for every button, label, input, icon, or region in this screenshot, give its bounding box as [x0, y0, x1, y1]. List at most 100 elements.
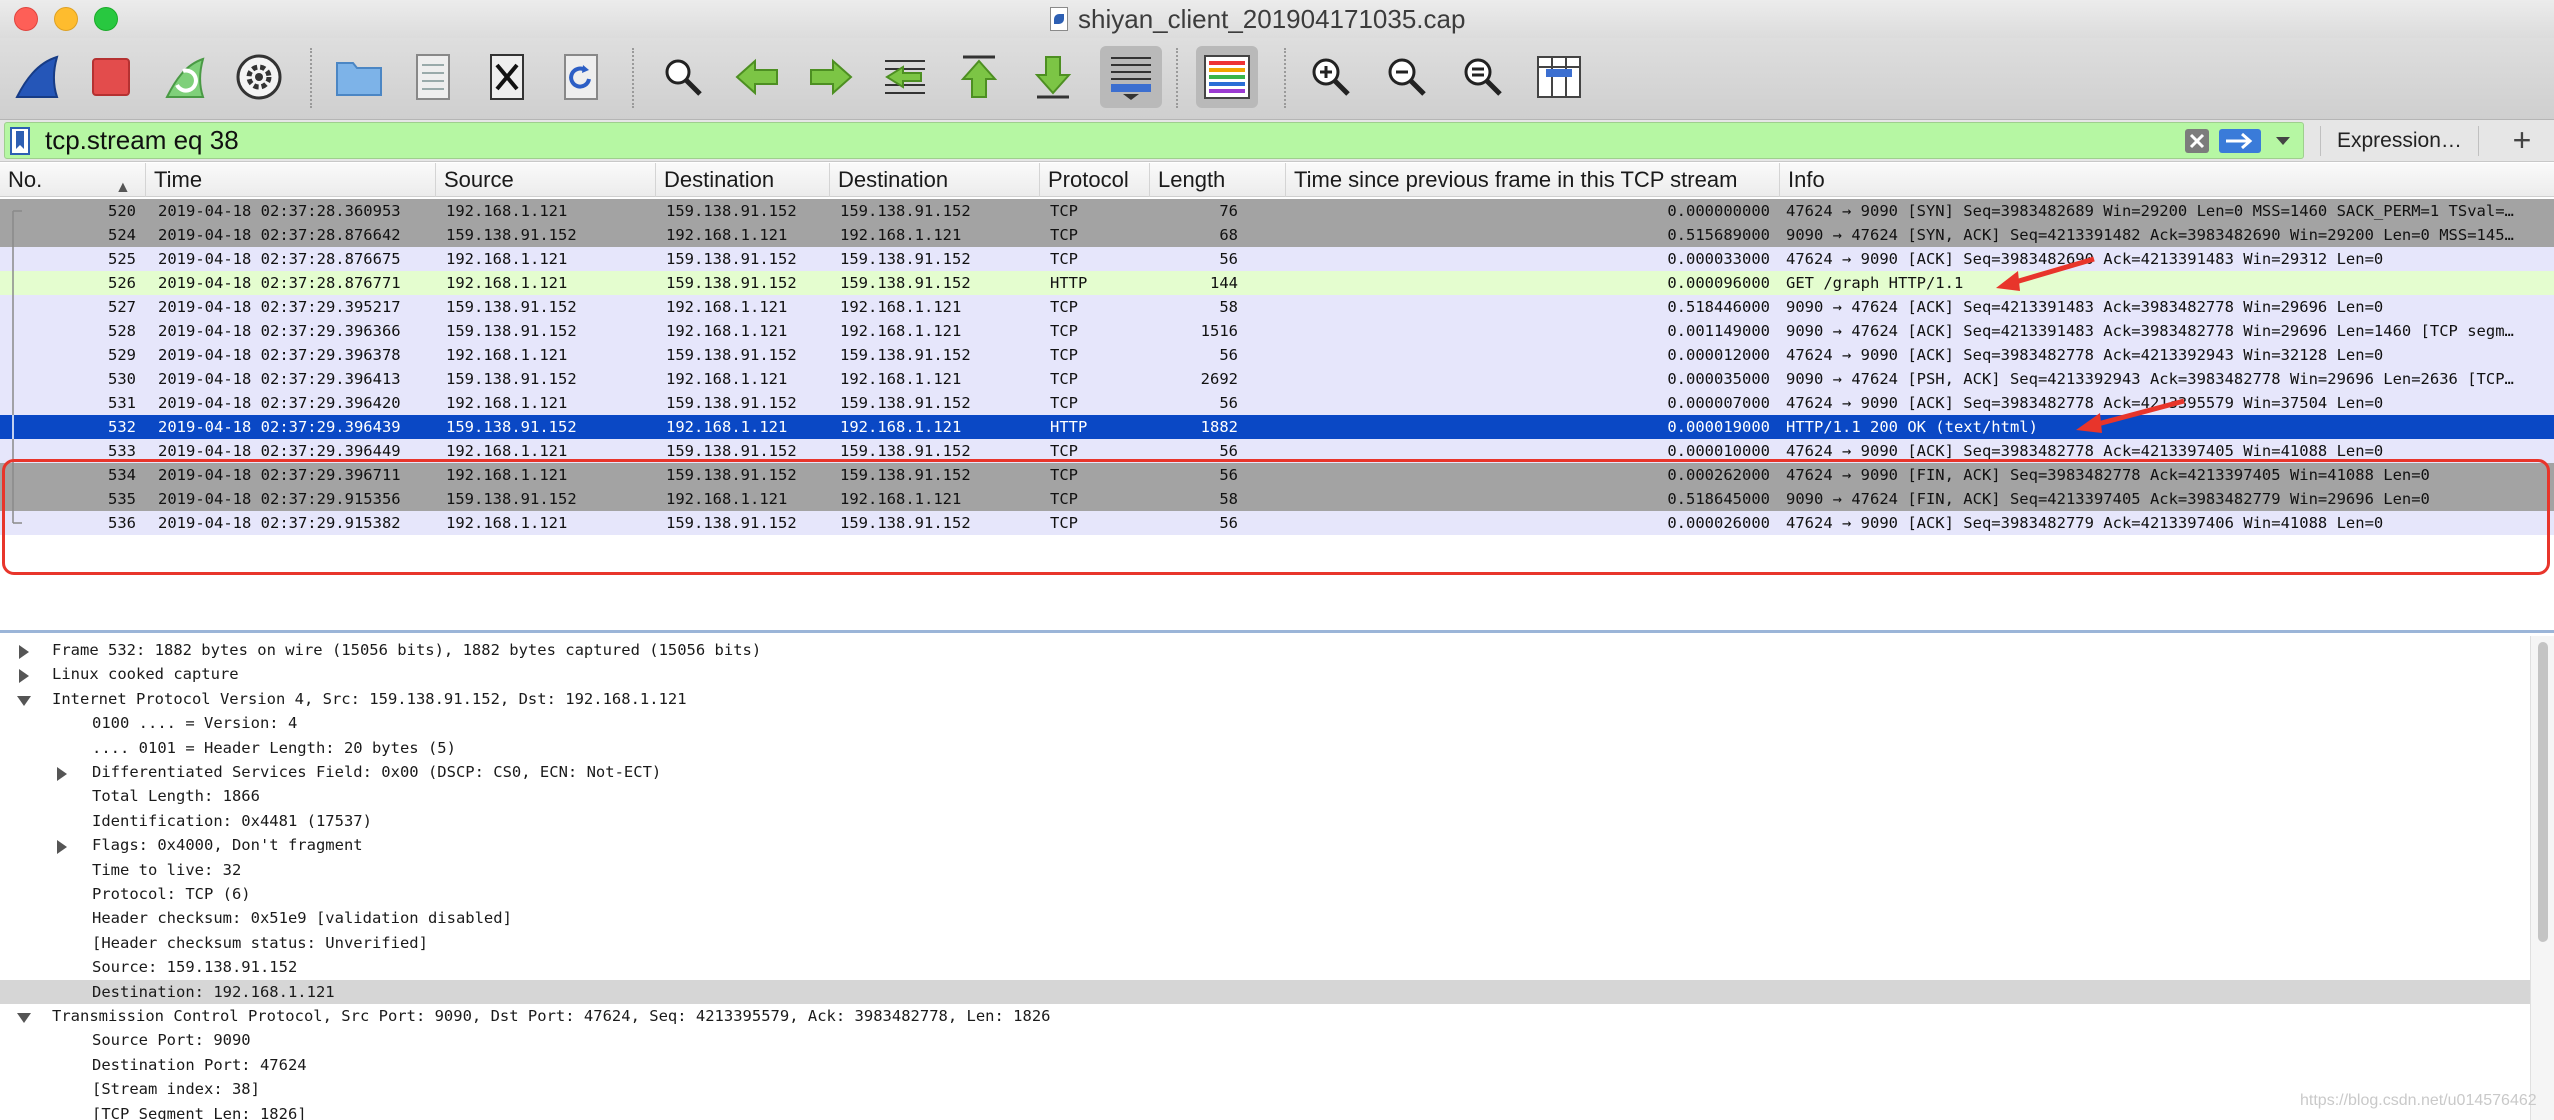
packet-row[interactable]: 528 2019-04-18 02:37:29.396366 159.138.91.…	[0, 319, 2554, 343]
column-header-tcp-delta[interactable]: Time since previous frame in this TCP st…	[1286, 163, 1780, 197]
cell-time: 2019-04-18 02:37:28.360953	[158, 202, 401, 220]
packet-row[interactable]: 520 2019-04-18 02:37:28.360953 192.168.1.1…	[0, 199, 2554, 223]
clear-filter-icon[interactable]	[2183, 127, 2211, 155]
go-first-icon[interactable]	[948, 46, 1010, 108]
start-capture-icon[interactable]	[6, 46, 68, 108]
go-to-packet-icon[interactable]	[874, 46, 936, 108]
apply-filter-icon[interactable]	[2217, 127, 2263, 155]
collapsed-triangle-icon[interactable]	[16, 643, 32, 659]
packet-row[interactable]: 530 2019-04-18 02:37:29.396413 159.138.91.…	[0, 367, 2554, 391]
cell-dst: 192.168.1.121	[666, 370, 788, 388]
column-header-no[interactable]: No. ▲	[0, 163, 146, 197]
go-last-icon[interactable]	[1022, 46, 1084, 108]
cell-time: 2019-04-18 02:37:29.396439	[158, 418, 401, 436]
cell-dst2: 192.168.1.121	[840, 370, 962, 388]
detail-tree-item[interactable]: Destination Port: 47624	[0, 1053, 2530, 1077]
column-header-info[interactable]: Info	[1780, 163, 2554, 197]
column-header-source[interactable]: Source	[436, 163, 656, 197]
detail-tree-item[interactable]: .... 0101 = Header Length: 20 bytes (5)	[0, 736, 2530, 760]
add-filter-button[interactable]: +	[2500, 122, 2544, 160]
colorize-icon[interactable]	[1196, 46, 1258, 108]
details-scrollbar-thumb[interactable]	[2538, 642, 2548, 942]
save-file-icon[interactable]	[402, 46, 464, 108]
filter-text[interactable]: tcp.stream eq 38	[35, 125, 2183, 156]
collapsed-triangle-icon[interactable]	[54, 838, 70, 855]
minimize-window-button[interactable]	[54, 7, 78, 31]
detail-tree-item[interactable]: [Stream index: 38]	[0, 1077, 2530, 1101]
detail-tree-item[interactable]: Linux cooked capture	[0, 662, 2530, 686]
packet-row[interactable]: 526 2019-04-18 02:37:28.876771 192.168.1.1…	[0, 271, 2554, 295]
restart-capture-icon[interactable]	[154, 46, 216, 108]
detail-tree-item[interactable]: Internet Protocol Version 4, Src: 159.13…	[0, 687, 2530, 711]
cell-src: 192.168.1.121	[446, 346, 568, 364]
close-file-icon[interactable]	[476, 46, 538, 108]
close-window-button[interactable]	[14, 7, 38, 31]
detail-tree-item[interactable]: Identification: 0x4481 (17537)	[0, 809, 2530, 833]
expanded-triangle-icon[interactable]	[16, 1009, 32, 1025]
cell-dst2: 192.168.1.121	[840, 418, 962, 436]
detail-tree-item[interactable]: Time to live: 32	[0, 858, 2530, 882]
detail-tree-item[interactable]: Flags: 0x4000, Don't fragment	[0, 833, 2530, 857]
detail-tree-item[interactable]: Differentiated Services Field: 0x00 (DSC…	[0, 760, 2530, 784]
collapsed-triangle-icon[interactable]	[16, 667, 32, 684]
packet-row[interactable]: 535 2019-04-18 02:37:29.915356 159.138.91.…	[0, 487, 2554, 511]
packet-row[interactable]: 533 2019-04-18 02:37:29.396449 192.168.1.1…	[0, 439, 2554, 463]
column-header-length[interactable]: Length	[1150, 163, 1286, 197]
go-back-icon[interactable]	[726, 46, 788, 108]
detail-text: Transmission Control Protocol, Src Port:…	[52, 1007, 1051, 1025]
detail-tree-item[interactable]: [TCP Segment Len: 1826]	[0, 1102, 2530, 1120]
detail-text: Frame 532: 1882 bytes on wire (15056 bit…	[52, 641, 762, 659]
maximize-window-button[interactable]	[94, 7, 118, 31]
detail-tree-item[interactable]: Protocol: TCP (6)	[0, 882, 2530, 906]
packet-row[interactable]: 531 2019-04-18 02:37:29.396420 192.168.1.1…	[0, 391, 2554, 415]
packet-row[interactable]: 525 2019-04-18 02:37:28.876675 192.168.1.1…	[0, 247, 2554, 271]
column-header-protocol[interactable]: Protocol	[1040, 163, 1150, 197]
column-header-time[interactable]: Time	[146, 163, 436, 197]
cell-no: 525	[108, 250, 136, 268]
bookmark-icon[interactable]	[5, 124, 35, 157]
packet-row[interactable]: 536 2019-04-18 02:37:29.915382 192.168.1.1…	[0, 511, 2554, 535]
detail-tree-item[interactable]: Source: 159.138.91.152	[0, 955, 2530, 979]
display-filter-input[interactable]: tcp.stream eq 38	[4, 122, 2304, 159]
packet-row[interactable]: 532 2019-04-18 02:37:29.396439 159.138.91.…	[0, 415, 2554, 439]
details-scrollbar[interactable]	[2530, 636, 2554, 1120]
detail-tree-item[interactable]: Destination: 192.168.1.121	[0, 979, 2530, 1004]
expanded-triangle-icon[interactable]	[16, 692, 32, 708]
go-forward-icon[interactable]	[800, 46, 862, 108]
detail-tree-item[interactable]: 0100 .... = Version: 4	[0, 711, 2530, 735]
collapsed-triangle-icon[interactable]	[54, 765, 70, 781]
detail-tree-item[interactable]: Transmission Control Protocol, Src Port:…	[0, 1004, 2530, 1028]
detail-tree-item[interactable]: Frame 532: 1882 bytes on wire (15056 bit…	[0, 638, 2530, 662]
cell-proto: TCP	[1050, 514, 1078, 532]
detail-tree-item[interactable]: [Header checksum status: Unverified]	[0, 931, 2530, 955]
detail-text: Destination: 192.168.1.121	[92, 982, 335, 1001]
zoom-out-icon[interactable]	[1376, 46, 1438, 108]
resize-columns-icon[interactable]	[1528, 46, 1590, 108]
reload-file-icon[interactable]	[550, 46, 612, 108]
zoom-in-icon[interactable]	[1300, 46, 1362, 108]
find-packet-icon[interactable]	[652, 46, 714, 108]
packet-row[interactable]: 524 2019-04-18 02:37:28.876642 159.138.91.…	[0, 223, 2554, 247]
cell-delta: 0.000262000	[1667, 466, 1770, 484]
cell-info: 47624 → 9090 [ACK] Seq=3983482690 Ack=42…	[1786, 250, 2384, 268]
detail-text: Source: 159.138.91.152	[92, 958, 298, 977]
packet-row[interactable]: 534 2019-04-18 02:37:29.396711 192.168.1.1…	[0, 463, 2554, 487]
zoom-normal-icon[interactable]	[1452, 46, 1514, 108]
expression-button[interactable]: Expression…	[2320, 126, 2479, 156]
column-header-destination[interactable]: Destination	[656, 163, 830, 197]
detail-tree-item[interactable]: Header checksum: 0x51e9 [validation disa…	[0, 906, 2530, 930]
filter-history-dropdown-icon[interactable]	[2269, 127, 2297, 155]
packet-row[interactable]: 527 2019-04-18 02:37:29.395217 159.138.91.…	[0, 295, 2554, 319]
detail-tree-item[interactable]: Source Port: 9090	[0, 1028, 2530, 1052]
packet-row[interactable]: 529 2019-04-18 02:37:29.396378 192.168.1.1…	[0, 343, 2554, 367]
open-file-icon[interactable]	[328, 46, 390, 108]
column-header-destination-2[interactable]: Destination	[830, 163, 1040, 197]
stop-capture-icon[interactable]	[80, 46, 142, 108]
cell-proto: TCP	[1050, 250, 1078, 268]
cell-src: 159.138.91.152	[446, 298, 577, 316]
capture-options-icon[interactable]	[228, 46, 290, 108]
detail-text: Header checksum: 0x51e9 [validation disa…	[92, 909, 512, 928]
detail-tree-item[interactable]: Total Length: 1866	[0, 784, 2530, 808]
cell-len: 68	[1219, 226, 1238, 244]
autoscroll-icon[interactable]	[1100, 46, 1162, 108]
